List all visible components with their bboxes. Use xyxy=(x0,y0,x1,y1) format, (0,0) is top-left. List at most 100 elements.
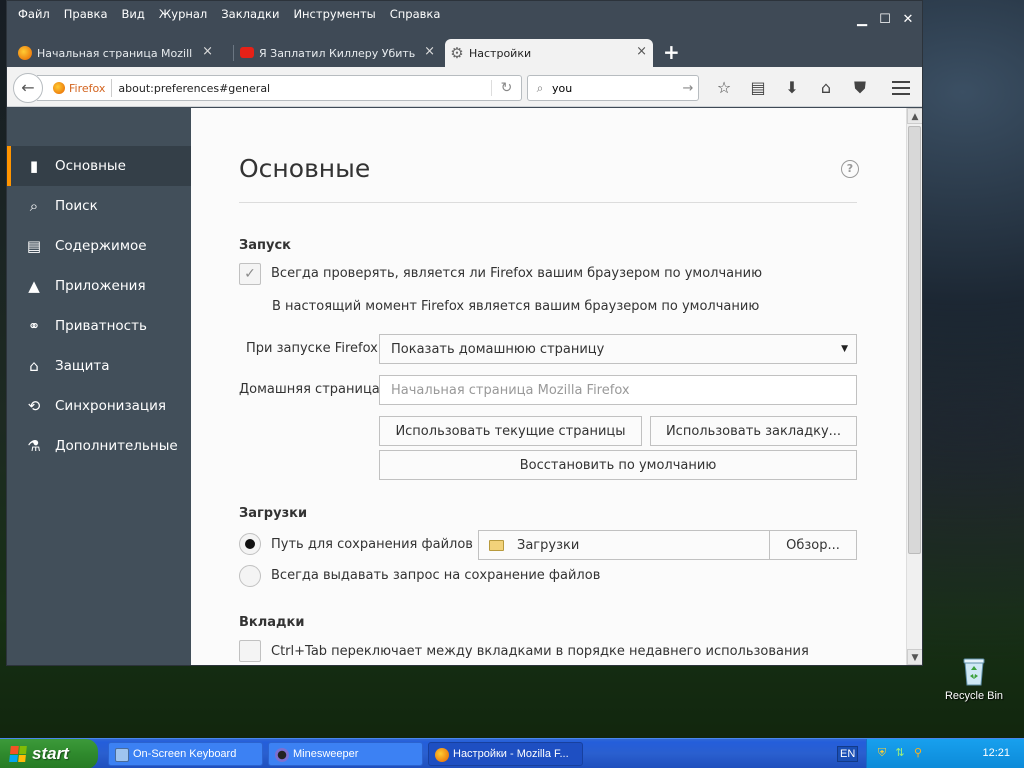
on-start-value: Показать домашнюю страницу xyxy=(391,341,605,357)
sidebar-item-privacy[interactable]: ⚭ Приватность xyxy=(7,306,191,346)
sidebar-item-label: Защита xyxy=(55,358,110,374)
menu-edit[interactable]: Правка xyxy=(57,7,115,21)
tab-strip: Начальная страница Mozilla ... × Я Запла… xyxy=(7,35,922,67)
advanced-icon: ⚗ xyxy=(27,437,41,455)
help-icon[interactable]: ? xyxy=(841,160,859,178)
categories-sidebar: ▮ Основные ⌕ Поиск ▤ Содержимое ▲ Прилож… xyxy=(7,108,191,665)
on-start-label: При запуске Firefox: xyxy=(246,341,383,356)
url-text[interactable]: about:preferences#general xyxy=(118,82,491,95)
taskbar: start On-Screen Keyboard Minesweeper Нас… xyxy=(0,738,1024,768)
start-label: start xyxy=(32,744,69,763)
sidebar-item-content[interactable]: ▤ Содержимое xyxy=(7,226,191,266)
menu-history[interactable]: Журнал xyxy=(152,7,214,21)
sidebar-item-label: Приложения xyxy=(55,278,146,294)
task-on-screen-keyboard[interactable]: On-Screen Keyboard xyxy=(108,742,263,766)
sidebar-item-sync[interactable]: ⟲ Синхронизация xyxy=(7,386,191,426)
maximize-button[interactable]: ☐ xyxy=(875,11,895,29)
menu-view[interactable]: Вид xyxy=(115,7,152,21)
save-path-radio[interactable] xyxy=(239,533,261,555)
on-start-select[interactable]: Показать домашнюю страницу ▼ xyxy=(379,334,857,364)
menu-icon[interactable] xyxy=(888,77,914,99)
scroll-down-icon[interactable]: ▼ xyxy=(907,649,922,665)
restore-default-button[interactable]: Восстановить по умолчанию xyxy=(379,450,857,480)
search-go-icon[interactable]: → xyxy=(678,81,698,96)
close-tab-icon[interactable]: × xyxy=(202,44,213,59)
ctrl-tab-checkbox[interactable] xyxy=(239,640,261,662)
default-browser-check-label: Всегда проверять, является ли Firefox ва… xyxy=(271,266,763,281)
use-bookmark-button[interactable]: Использовать закладку... xyxy=(650,416,857,446)
tab-title: Начальная страница Mozilla ... xyxy=(37,46,193,60)
gear-icon: ⚙ xyxy=(450,44,464,62)
tab-title: Я Заплатил Киллеру Убить ... xyxy=(259,46,415,60)
browse-button[interactable]: Обзор... xyxy=(769,530,857,560)
search-icon: ⌕ xyxy=(29,197,39,215)
youtube-icon xyxy=(240,47,254,58)
start-button[interactable]: start xyxy=(0,739,98,768)
site-identity[interactable]: Firefox xyxy=(53,82,105,95)
reload-icon[interactable]: ↻ xyxy=(491,80,521,96)
search-icon[interactable]: ⚲ xyxy=(911,746,925,760)
vertical-scrollbar[interactable]: ▲ ▼ xyxy=(906,108,922,665)
task-label: Minesweeper xyxy=(293,748,359,760)
tab-youtube-video[interactable]: Я Заплатил Киллеру Убить ... × xyxy=(235,39,441,67)
sidebar-item-search[interactable]: ⌕ Поиск xyxy=(7,186,191,226)
tab-title: Настройки xyxy=(469,46,532,60)
shield-icon[interactable]: ⛨ xyxy=(875,746,889,760)
menu-file[interactable]: Файл xyxy=(11,7,57,21)
menu-help[interactable]: Справка xyxy=(383,7,448,21)
menu-tools[interactable]: Инструменты xyxy=(286,7,382,21)
default-browser-checkbox[interactable]: ✓ xyxy=(239,263,261,285)
download-folder-field[interactable]: Загрузки xyxy=(478,530,770,560)
sidebar-item-general[interactable]: ▮ Основные xyxy=(7,146,191,186)
always-ask-label: Всегда выдавать запрос на сохранение фай… xyxy=(271,568,601,583)
minimize-button[interactable]: ▁ xyxy=(852,11,872,29)
general-pane: Основные ? Запуск ✓ Всегда проверять, яв… xyxy=(191,108,922,665)
close-window-button[interactable]: ✕ xyxy=(898,11,918,29)
security-lock-icon: ⌂ xyxy=(29,357,39,375)
divider xyxy=(239,202,857,203)
toolbar-icons: ☆ ▤ ⬇ ⌂ ⛊ xyxy=(707,77,877,99)
search-input[interactable] xyxy=(552,81,678,95)
task-minesweeper[interactable]: Minesweeper xyxy=(268,742,423,766)
navigation-toolbar: Firefox about:preferences#general ↻ ← ⌕ … xyxy=(7,67,922,107)
menu-bookmarks[interactable]: Закладки xyxy=(214,7,286,21)
url-separator xyxy=(111,79,113,97)
close-tab-icon[interactable]: × xyxy=(636,44,647,59)
task-firefox-settings[interactable]: Настройки - Mozilla F... xyxy=(428,742,583,766)
sidebar-item-security[interactable]: ⌂ Защита xyxy=(7,346,191,386)
homepage-input[interactable]: Начальная страница Mozilla Firefox xyxy=(379,375,857,405)
tab-mozilla-start[interactable]: Начальная страница Mozilla ... × xyxy=(13,39,219,67)
save-path-label: Путь для сохранения файлов xyxy=(271,537,473,552)
clock: 12:21 xyxy=(982,747,1010,759)
new-tab-button[interactable]: + xyxy=(663,40,680,64)
pocket-icon[interactable]: ⛊ xyxy=(843,77,877,99)
search-bar[interactable]: ⌕ → xyxy=(527,75,699,101)
url-bar[interactable]: Firefox about:preferences#general ↻ xyxy=(37,75,522,101)
sidebar-item-advanced[interactable]: ⚗ Дополнительные xyxy=(7,426,191,466)
always-ask-radio[interactable] xyxy=(239,565,261,587)
recycle-bin-label: Recycle Bin xyxy=(944,690,1004,702)
language-indicator[interactable]: EN xyxy=(837,746,859,762)
scroll-up-icon[interactable]: ▲ xyxy=(907,108,922,124)
download-icon[interactable]: ⬇ xyxy=(775,77,809,99)
home-icon[interactable]: ⌂ xyxy=(809,77,843,99)
sidebar-item-label: Синхронизация xyxy=(55,398,166,414)
recycle-bin-desktop-icon[interactable]: Recycle Bin xyxy=(938,656,1010,702)
firefox-icon xyxy=(53,82,65,94)
star-icon[interactable]: ☆ xyxy=(707,77,741,99)
keyboard-icon xyxy=(115,748,129,762)
tab-separator xyxy=(233,45,234,61)
close-tab-icon[interactable]: × xyxy=(424,44,435,59)
task-label: On-Screen Keyboard xyxy=(133,748,237,760)
reading-list-icon[interactable]: ▤ xyxy=(741,77,775,99)
task-label: Настройки - Mozilla F... xyxy=(453,748,569,760)
tab-settings[interactable]: ⚙ Настройки × xyxy=(445,39,653,67)
scrollbar-thumb[interactable] xyxy=(908,126,921,554)
network-icon[interactable]: ⇅ xyxy=(893,746,907,760)
use-current-pages-button[interactable]: Использовать текущие страницы xyxy=(379,416,642,446)
sidebar-item-applications[interactable]: ▲ Приложения xyxy=(7,266,191,306)
search-icon: ⌕ xyxy=(536,80,544,95)
back-button[interactable]: ← xyxy=(13,73,43,103)
menu-bar: Файл Правка Вид Журнал Закладки Инструме… xyxy=(11,7,447,21)
sidebar-item-label: Поиск xyxy=(55,198,98,214)
